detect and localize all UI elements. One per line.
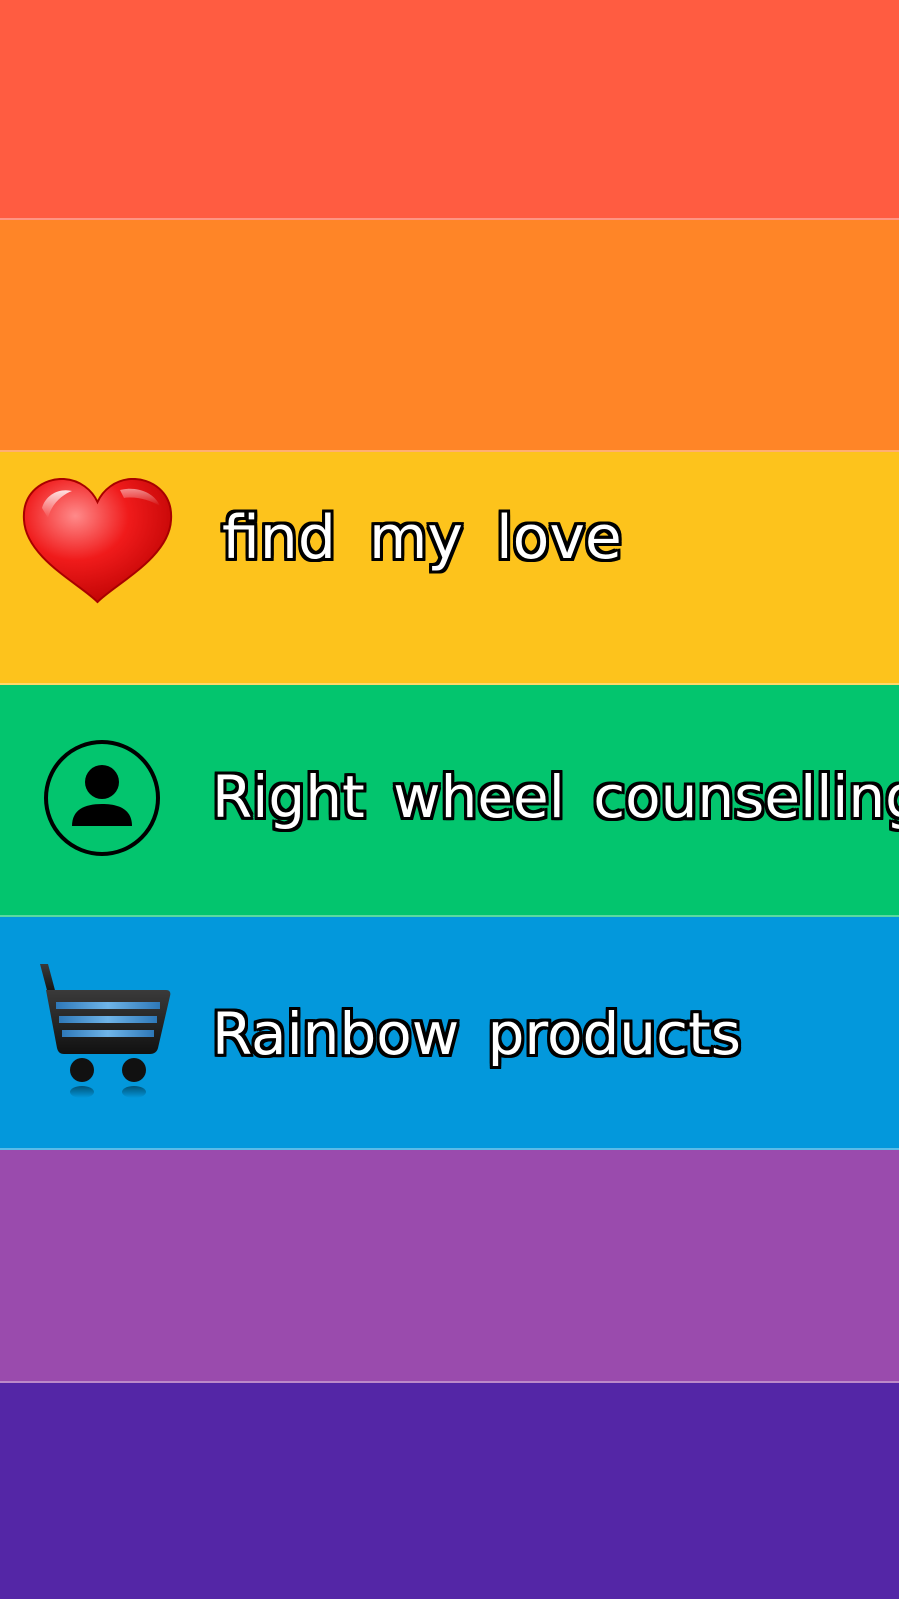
- heart-icon: [22, 478, 173, 604]
- shopping-cart-icon: [40, 964, 171, 1098]
- person-circle-icon: [44, 740, 160, 856]
- rainbow-menu-screen: find my love Right wheel counselling Rai…: [0, 0, 899, 1599]
- menu-item-label: Rainbow products: [212, 1000, 741, 1068]
- band-orange: [0, 220, 899, 452]
- band-purple: [0, 1150, 899, 1383]
- menu-item-label: find my love: [222, 503, 622, 573]
- band-indigo: [0, 1383, 899, 1599]
- menu-item-label: Right wheel counselling: [212, 763, 899, 831]
- band-red: [0, 0, 899, 220]
